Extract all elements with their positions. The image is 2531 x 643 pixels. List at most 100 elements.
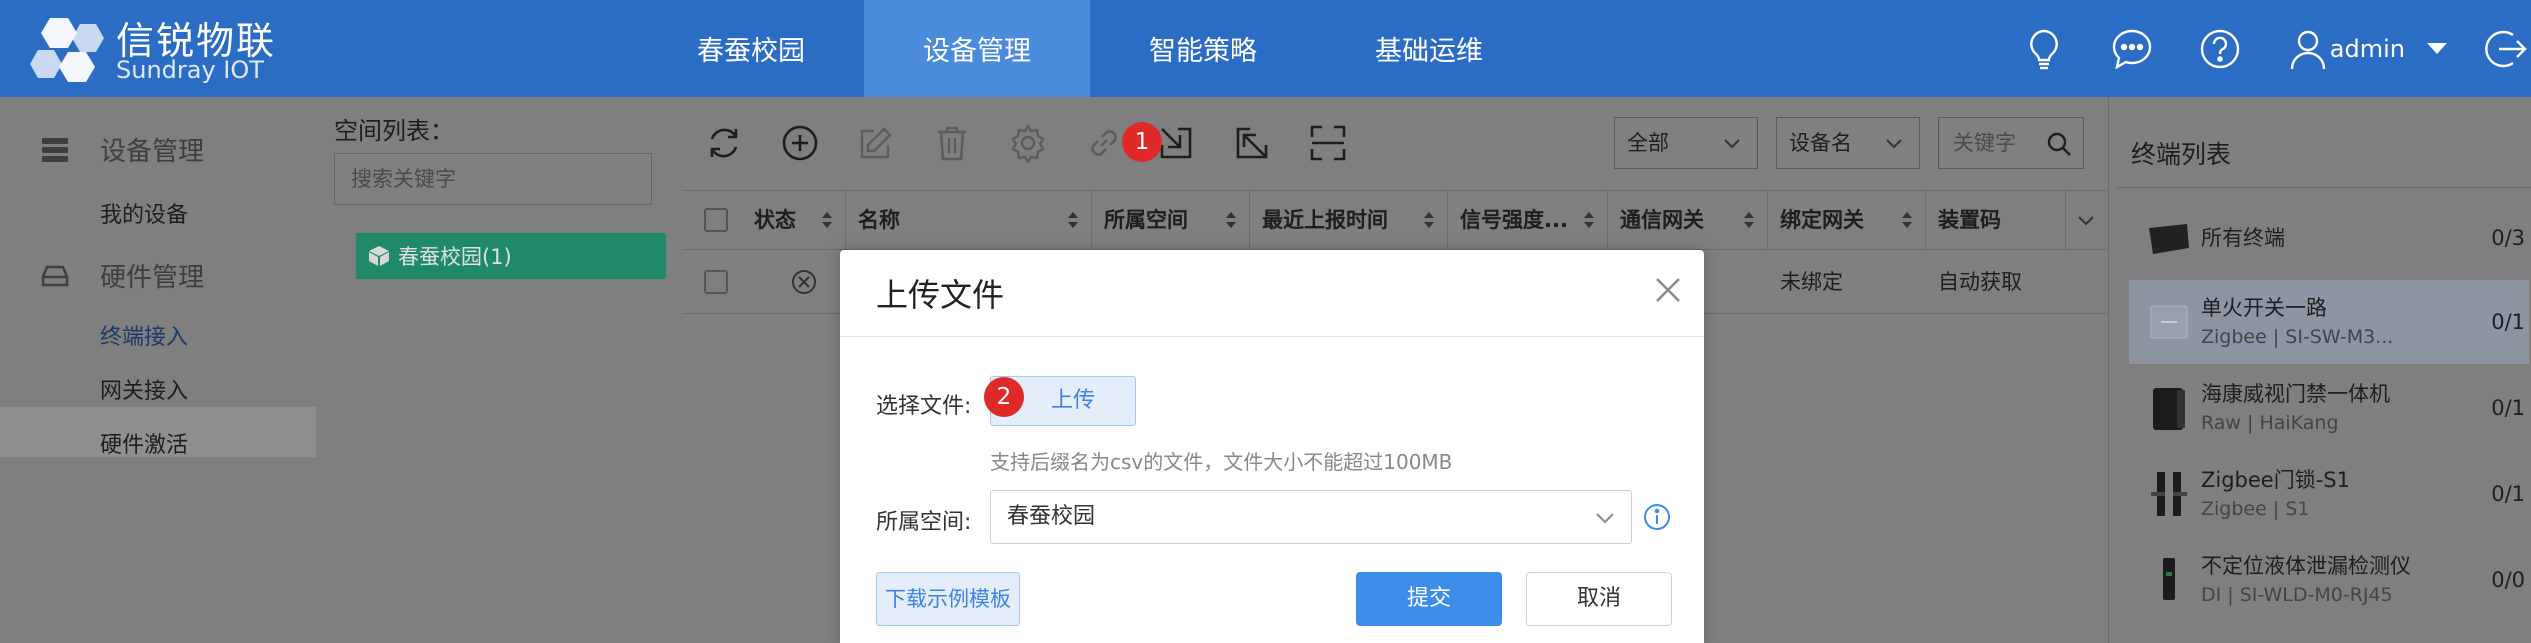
column-header-label: 装置码 <box>1938 208 2001 232</box>
chevron-down-icon <box>1596 513 1614 524</box>
switch-icon <box>2150 305 2188 339</box>
sort-icon[interactable] <box>1423 210 1435 230</box>
lightbulb-icon[interactable] <box>2022 27 2066 71</box>
submit-button[interactable]: 提交 <box>1356 572 1502 626</box>
link-icon[interactable] <box>1084 123 1124 163</box>
row-checkbox[interactable] <box>704 270 728 294</box>
field-filter-value: 设备名 <box>1789 131 1852 155</box>
terminal-item-name: Zigbee门锁-S1 <box>2201 468 2350 492</box>
help-icon[interactable] <box>2198 27 2242 71</box>
device-icon <box>42 137 68 162</box>
nav-tab-smart-strategy[interactable]: 智能策略 <box>1090 0 1316 97</box>
table-header: 状态 名称 所属空间 最近上报时间 信号强度... 通信网关 绑定网关 装置码 <box>682 190 2108 250</box>
terminal-item-leak-detector[interactable]: 不定位液体泄漏检测仪 DI | SI-WLD-M0-RJ45 0/0 <box>2129 538 2529 622</box>
space-tree-node-label: 春蚕校园(1) <box>398 245 512 269</box>
column-header-device-code[interactable]: 装置码 <box>1926 191 2066 249</box>
terminal-item-name: 所有终端 <box>2201 226 2285 250</box>
nav-tab-campus[interactable]: 春蚕校园 <box>638 0 864 97</box>
terminal-item-door-lock[interactable]: Zigbee门锁-S1 Zigbee | S1 0/1 <box>2129 452 2529 536</box>
download-template-button[interactable]: 下载示例模板 <box>876 572 1020 626</box>
sidebar-item-hardware-activation[interactable]: 硬件激活 <box>100 427 188 459</box>
sort-icon[interactable] <box>1901 210 1913 230</box>
terminal-item-sub: Zigbee | S1 <box>2201 498 2310 520</box>
cancel-button[interactable]: 取消 <box>1526 572 1672 626</box>
column-header-bind-gateway[interactable]: 绑定网关 <box>1768 191 1926 249</box>
column-header-label: 信号强度... <box>1460 208 1568 232</box>
terminal-list-panel: 终端列表 所有终端 0/3 单火开关一路 Zigbee | SI-SW-M3..… <box>2108 97 2531 643</box>
close-icon[interactable] <box>1652 274 1684 306</box>
chat-icon[interactable] <box>2110 27 2154 71</box>
column-toggle[interactable] <box>2066 191 2108 249</box>
column-header-signal[interactable]: 信号强度... <box>1448 191 1608 249</box>
sidebar-group-device[interactable]: 设备管理 <box>40 131 204 168</box>
space-list-panel: 空间列表： 搜索关键字 春蚕校园(1) <box>316 97 682 643</box>
nav-tab-basic-ops[interactable]: 基础运维 <box>1316 0 1542 97</box>
row-device-code: 自动获取 <box>1938 270 2022 294</box>
sort-icon[interactable] <box>821 210 833 230</box>
export-icon[interactable] <box>1232 123 1272 163</box>
info-icon[interactable] <box>1642 502 1672 532</box>
scan-icon[interactable] <box>1308 123 1348 163</box>
hardware-icon <box>41 265 69 286</box>
header-actions: admin <box>2002 0 2531 97</box>
top-bar: 信锐物联 Sundray IOT 春蚕校园 设备管理 智能策略 基础运维 adm… <box>0 0 2531 97</box>
row-bind-gateway: 未绑定 <box>1780 270 1843 294</box>
space-select[interactable]: 春蚕校园 <box>990 490 1632 544</box>
field-filter-select[interactable]: 设备名 <box>1776 117 1920 169</box>
space-field-label: 所属空间: <box>876 510 972 535</box>
refresh-icon[interactable] <box>704 123 744 163</box>
terminal-item-sub: DI | SI-WLD-M0-RJ45 <box>2201 584 2393 606</box>
username[interactable]: admin <box>2330 35 2405 63</box>
chevron-down-icon <box>1886 139 1902 149</box>
terminal-item-access-control[interactable]: 海康威视门禁一体机 Raw | HaiKang 0/1 <box>2129 366 2529 450</box>
step-badge-2: 2 <box>984 377 1024 417</box>
file-field-label: 选择文件: <box>876 394 972 419</box>
select-all-checkbox[interactable] <box>704 208 728 232</box>
sidebar-item-terminal-access[interactable]: 终端接入 <box>100 319 188 351</box>
terminal-item-name: 不定位液体泄漏检测仪 <box>2201 554 2411 578</box>
cube-icon <box>369 246 389 266</box>
sort-icon[interactable] <box>1225 210 1237 230</box>
edit-icon[interactable] <box>856 123 896 163</box>
column-header-status[interactable]: 状态 <box>742 191 846 249</box>
column-header-comm-gateway[interactable]: 通信网关 <box>1608 191 1768 249</box>
terminal-item-name: 单火开关一路 <box>2201 296 2327 320</box>
sidebar-item-my-devices[interactable]: 我的设备 <box>100 197 188 229</box>
nav-tab-device-management[interactable]: 设备管理 <box>864 0 1090 97</box>
sort-icon[interactable] <box>1067 210 1079 230</box>
user-icon[interactable] <box>2286 27 2330 71</box>
terminal-item-all[interactable]: 所有终端 0/3 <box>2129 196 2529 280</box>
terminal-item-single-switch[interactable]: 单火开关一路 Zigbee | SI-SW-M3... 0/1 <box>2129 280 2529 364</box>
chevron-down-icon <box>2078 216 2094 226</box>
offline-icon <box>792 270 816 294</box>
delete-icon[interactable] <box>932 123 972 163</box>
import-icon[interactable] <box>1156 123 1196 163</box>
sort-icon[interactable] <box>1743 210 1755 230</box>
terminal-item-count: 0/1 <box>2491 310 2525 334</box>
space-select-value: 春蚕校园 <box>1007 504 1096 529</box>
status-filter-select[interactable]: 全部 <box>1614 117 1758 169</box>
sidebar: 设备管理 我的设备 硬件管理 终端接入 网关接入 硬件激活 <box>0 97 316 643</box>
door-lock-icon <box>2151 472 2187 516</box>
column-header-space[interactable]: 所属空间 <box>1092 191 1250 249</box>
column-header-last-report[interactable]: 最近上报时间 <box>1250 191 1448 249</box>
settings-icon[interactable] <box>1008 123 1048 165</box>
column-header-label: 通信网关 <box>1620 208 1704 232</box>
column-header-label: 名称 <box>858 208 900 232</box>
terminal-item-sub: Raw | HaiKang <box>2201 412 2339 434</box>
brand-logo[interactable]: 信锐物联 Sundray IOT <box>24 6 284 90</box>
space-tree-node[interactable]: 春蚕校园(1) <box>356 233 666 279</box>
upload-file-dialog: 上传文件 选择文件: 上传 支持后缀名为csv的文件，文件大小不能超过100MB… <box>840 250 1704 643</box>
add-icon[interactable] <box>780 123 820 163</box>
chevron-down-icon[interactable] <box>2427 43 2447 54</box>
access-control-icon <box>2153 388 2185 430</box>
logout-icon[interactable] <box>2483 27 2531 71</box>
column-header-label: 绑定网关 <box>1780 208 1864 232</box>
search-icon[interactable] <box>2045 130 2073 158</box>
space-search-input[interactable]: 搜索关键字 <box>334 153 652 205</box>
keyword-search-input[interactable]: 关键字 <box>1938 117 2084 169</box>
sidebar-group-hardware[interactable]: 硬件管理 <box>40 257 204 294</box>
column-header-name[interactable]: 名称 <box>846 191 1092 249</box>
sort-icon[interactable] <box>1583 210 1595 230</box>
sidebar-item-gateway-access[interactable]: 网关接入 <box>100 373 188 405</box>
